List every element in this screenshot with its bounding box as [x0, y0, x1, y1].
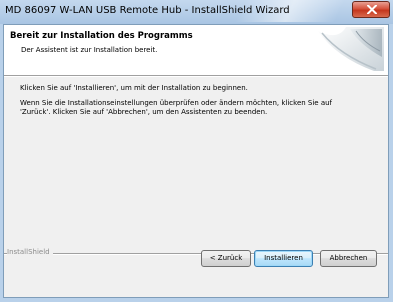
install-button[interactable]: Installieren [254, 250, 313, 267]
title-bar[interactable]: MD 86097 W-LAN USB Remote Hub - InstallS… [0, 0, 393, 24]
info-text-line-1: Wenn Sie die Installationseinstellungen … [20, 99, 333, 107]
back-button[interactable]: < Zurück [201, 250, 251, 267]
installshield-label: InstallShield [7, 248, 53, 256]
close-button[interactable] [352, 1, 390, 18]
close-icon [367, 5, 377, 14]
banner-subtitle: Der Assistent ist zur Installation berei… [21, 46, 158, 54]
info-text-line-2: 'Zurück'. Klicken Sie auf 'Abbrechen', u… [20, 108, 268, 116]
cancel-button[interactable]: Abbrechen [320, 250, 377, 267]
banner-title: Bereit zur Installation des Programms [10, 31, 193, 41]
banner-graphic-icon [318, 27, 384, 71]
window-right-frame [389, 24, 393, 302]
wizard-banner: Bereit zur Installation des Programms De… [4, 25, 388, 76]
installer-window: MD 86097 W-LAN USB Remote Hub - InstallS… [0, 0, 393, 302]
instruction-text: Klicken Sie auf 'Installieren', um mit d… [20, 84, 248, 92]
window-title: MD 86097 W-LAN USB Remote Hub - InstallS… [5, 5, 290, 16]
